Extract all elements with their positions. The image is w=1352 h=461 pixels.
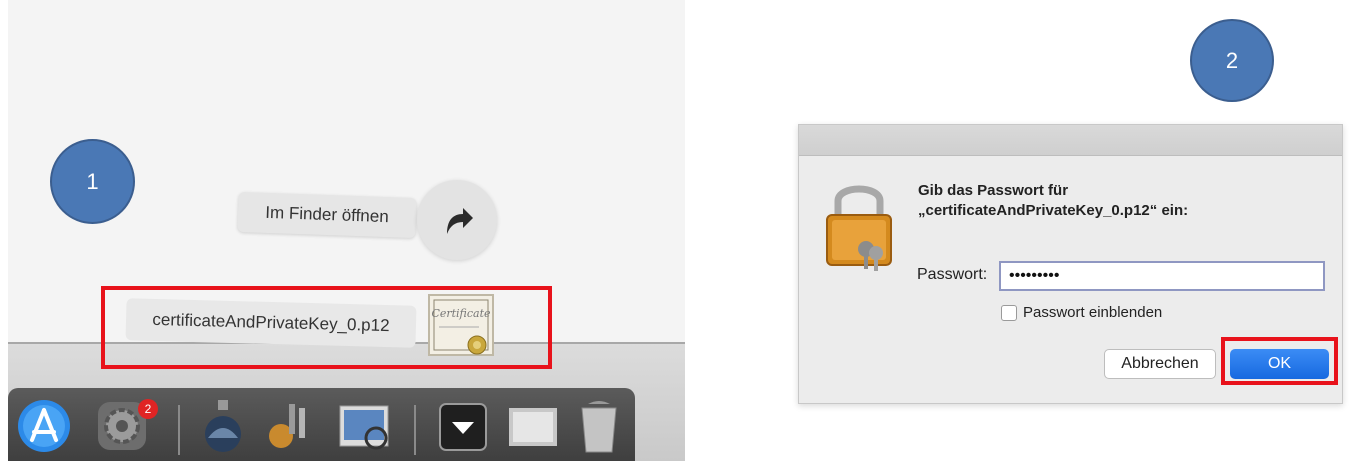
show-password-label[interactable]: Passwort einblenden xyxy=(1023,304,1162,321)
share-arrow-icon xyxy=(447,208,473,234)
keychain-icon[interactable] xyxy=(263,398,315,459)
cancel-button[interactable]: Abbrechen xyxy=(1104,349,1216,379)
ok-highlight-box xyxy=(1221,337,1338,385)
step-2-badge: 2 xyxy=(1190,19,1274,102)
password-field[interactable]: ••••••••• xyxy=(999,261,1325,291)
finder-drag-panel: Im Finder öffnen certificateAndPrivateKe… xyxy=(8,0,685,461)
trash-icon[interactable] xyxy=(574,398,624,459)
open-in-finder-button[interactable] xyxy=(417,180,497,260)
dock-separator xyxy=(414,405,416,455)
preview-icon[interactable] xyxy=(336,398,392,459)
padlock-keys-icon xyxy=(826,185,892,271)
open-in-finder-label[interactable]: Im Finder öffnen xyxy=(237,191,417,239)
dialog-titlebar xyxy=(799,125,1342,156)
file-highlight-box xyxy=(101,286,552,369)
launchpad-icon[interactable] xyxy=(198,398,248,459)
password-label: Passwort: xyxy=(917,266,988,283)
show-password-checkbox[interactable] xyxy=(1001,305,1017,321)
step-1-badge: 1 xyxy=(50,139,135,224)
document-stack-icon[interactable] xyxy=(505,398,561,459)
dialog-message-line2: „certificateAndPrivateKey_0.p12“ ein: xyxy=(918,202,1189,219)
downloads-stack-icon[interactable] xyxy=(438,398,490,459)
notification-badge: 2 xyxy=(138,399,158,419)
dialog-message-line1: Gib das Passwort für xyxy=(918,182,1069,199)
app-store-icon[interactable] xyxy=(16,398,72,459)
dock-separator xyxy=(178,405,180,455)
dialog-message: Gib das Passwort für „certificateAndPriv… xyxy=(918,181,1188,221)
